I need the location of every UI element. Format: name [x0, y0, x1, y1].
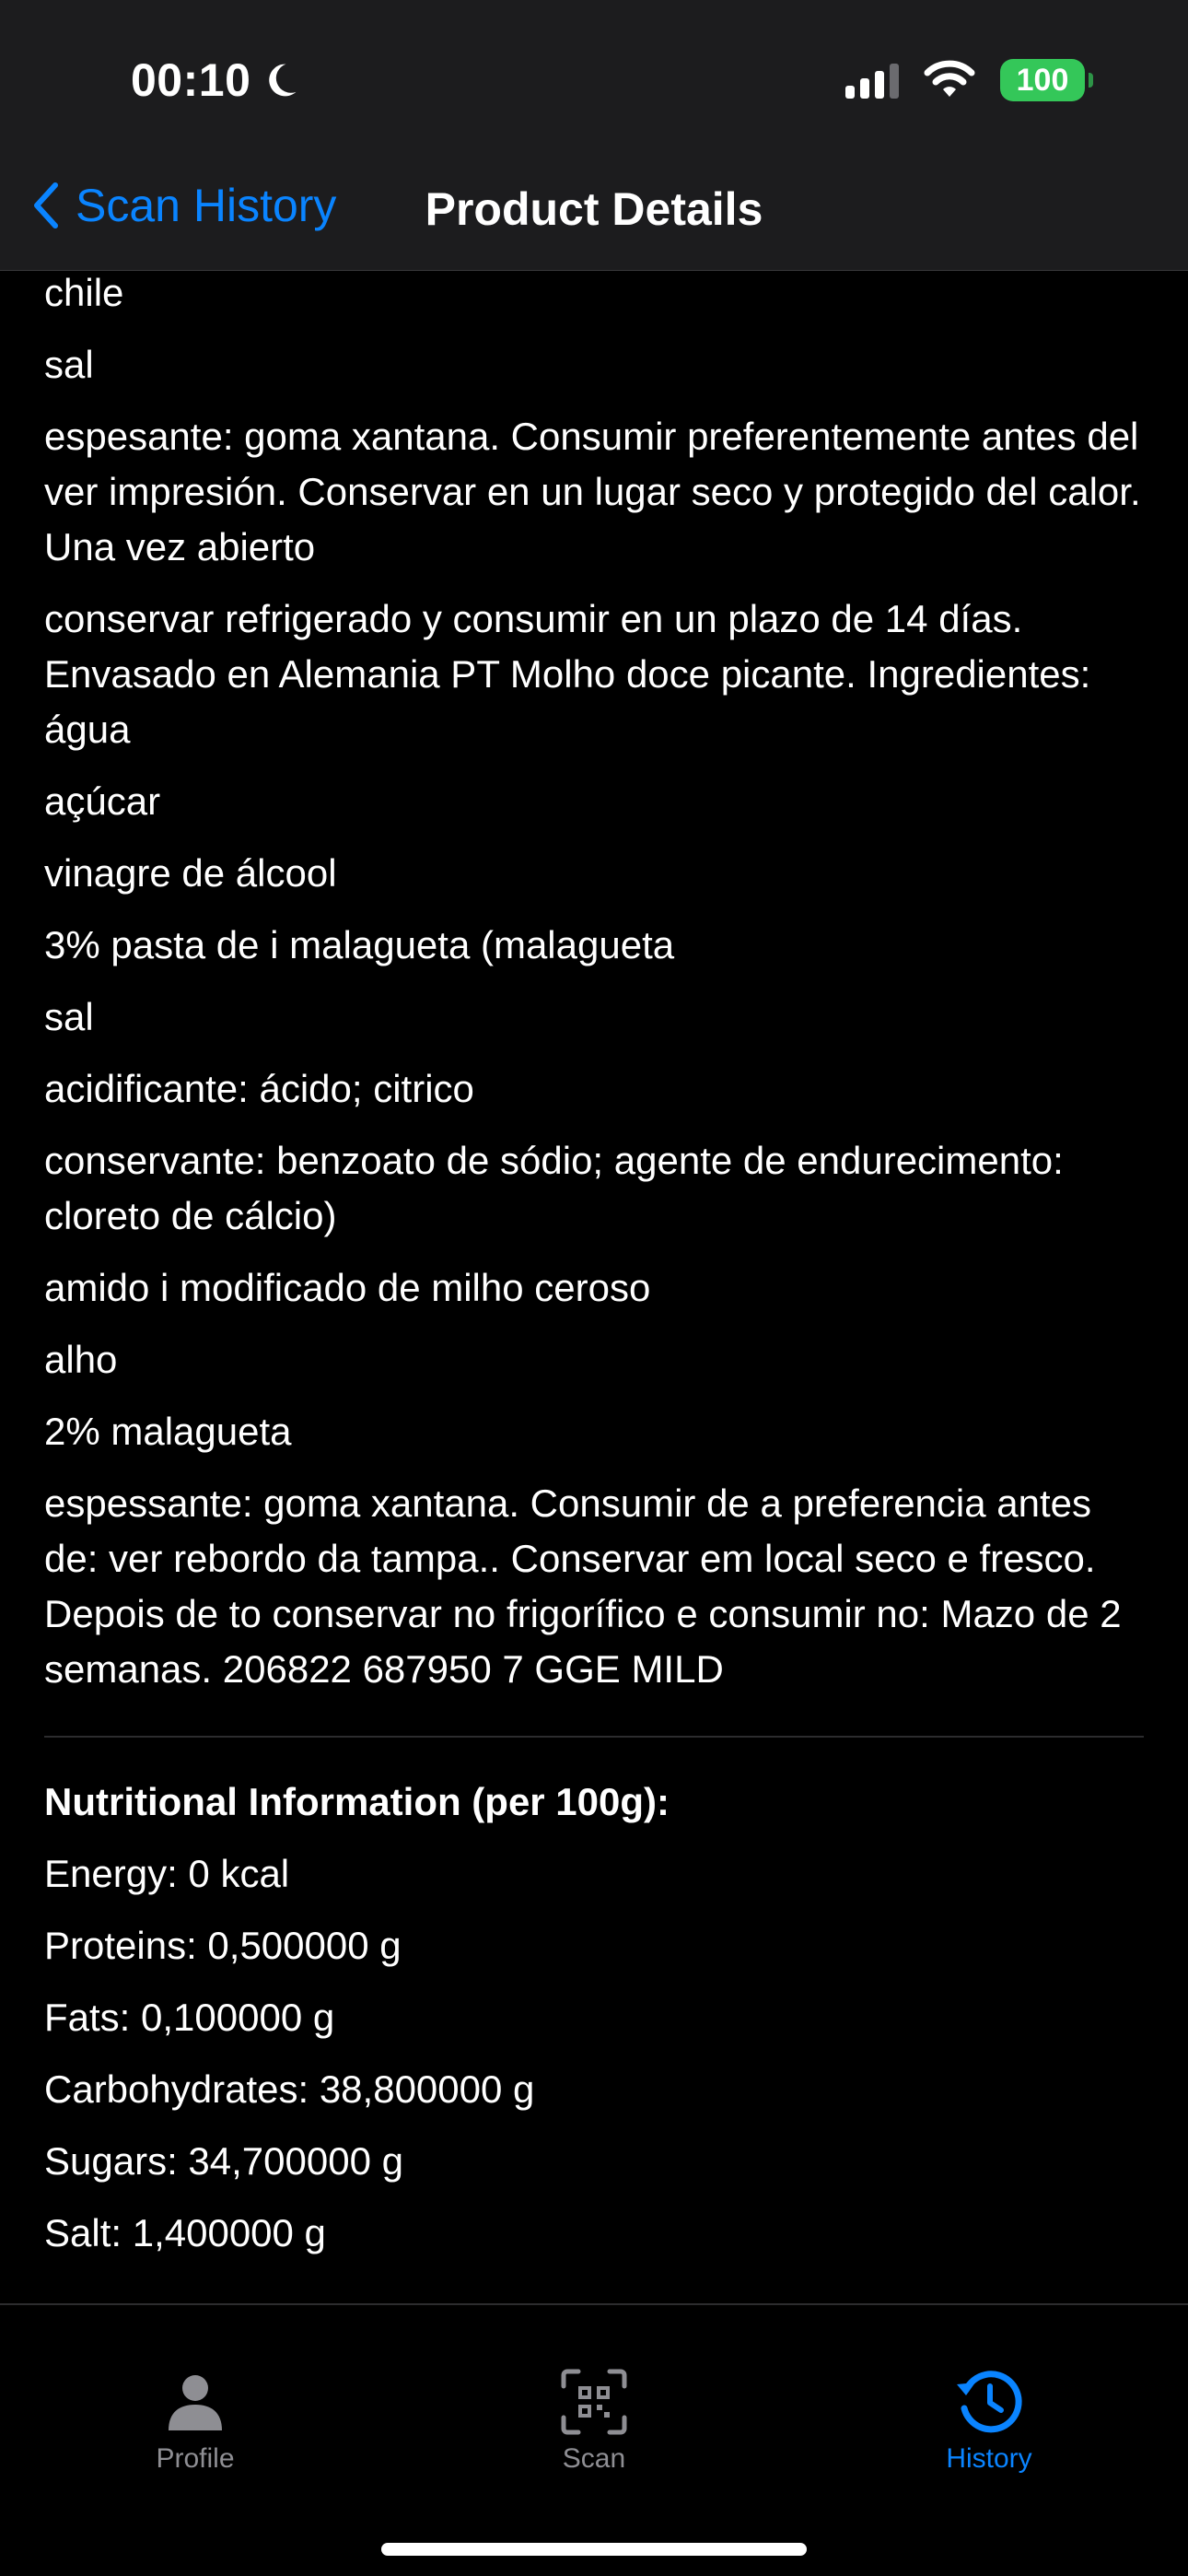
- ingredient-item: alho: [44, 1338, 118, 1381]
- battery-level: 100: [1016, 62, 1069, 98]
- tab-bar: Profile Scan History: [0, 2303, 1188, 2576]
- ingredient-item: 3% pasta de i malagueta (malagueta: [44, 923, 675, 966]
- status-time-text: 00:10: [131, 54, 251, 106]
- nutrition-row: Sugars: 34,700000 g: [44, 2139, 403, 2183]
- section-divider: [44, 1736, 1144, 1738]
- screen: 00:10 100 Scan History Product Details c…: [0, 0, 1188, 2576]
- ingredient-item: 2% malagueta: [44, 1410, 292, 1453]
- status-indicators: 100: [845, 59, 1093, 101]
- tab-history[interactable]: History: [851, 2366, 1127, 2475]
- ingredient-item: conservante: benzoato de sódio; agente d…: [44, 1139, 1064, 1237]
- ingredient-item: conservar refrigerado y consumir en un p…: [44, 597, 1091, 751]
- nutrition-title: Nutritional Information (per 100g):: [44, 1780, 670, 1823]
- ingredient-item: espesante: goma xantana. Consumir prefer…: [44, 415, 1141, 568]
- ingredient-item: espessante: goma xantana. Consumir de a …: [44, 1481, 1122, 1691]
- tab-label: Profile: [156, 2443, 235, 2474]
- product-details-content: chile sal espesante: goma xantana. Consu…: [44, 265, 1144, 2261]
- ingredient-item: açúcar: [44, 779, 161, 823]
- tab-label: Scan: [562, 2443, 626, 2474]
- nutrition-row: Energy: 0 kcal: [44, 1852, 290, 1895]
- ingredient-item: vinagre de álcool: [44, 851, 337, 895]
- ingredient-item: chile: [44, 271, 124, 314]
- ingredients-list: chile sal espesante: goma xantana. Consu…: [44, 265, 1144, 1697]
- ingredient-item: sal: [44, 995, 94, 1038]
- history-clock-icon: [957, 2371, 1022, 2433]
- nutrition-row: Salt: 1,400000 g: [44, 2211, 326, 2254]
- page-title: Product Details: [0, 182, 1188, 236]
- nutrition-section: Nutritional Information (per 100g): Ener…: [44, 1774, 1144, 2261]
- tab-profile[interactable]: Profile: [57, 2366, 333, 2475]
- moon-icon: [269, 64, 297, 97]
- nutrition-row: Carbohydrates: 38,800000 g: [44, 2067, 535, 2111]
- battery-icon: 100: [1000, 59, 1093, 101]
- tab-scan[interactable]: Scan: [456, 2366, 732, 2475]
- status-time: 00:10: [131, 53, 300, 107]
- wifi-icon: [924, 60, 975, 97]
- tab-label: History: [946, 2443, 1032, 2474]
- page-title-text: Product Details: [425, 183, 763, 235]
- ingredient-item: amido i modificado de milho ceroso: [44, 1266, 651, 1309]
- home-indicator[interactable]: [381, 2543, 807, 2556]
- ingredient-item: acidificante: ácido; citrico: [44, 1067, 474, 1110]
- ingredient-item: sal: [44, 343, 94, 386]
- nutrition-row: Proteins: 0,500000 g: [44, 1924, 402, 1967]
- cellular-signal-icon: [845, 62, 899, 99]
- top-bar: 00:10 100 Scan History Product Details: [0, 0, 1188, 271]
- nutrition-row: Fats: 0,100000 g: [44, 1996, 335, 2039]
- qr-scan-icon: [561, 2369, 627, 2435]
- person-icon: [169, 2375, 222, 2430]
